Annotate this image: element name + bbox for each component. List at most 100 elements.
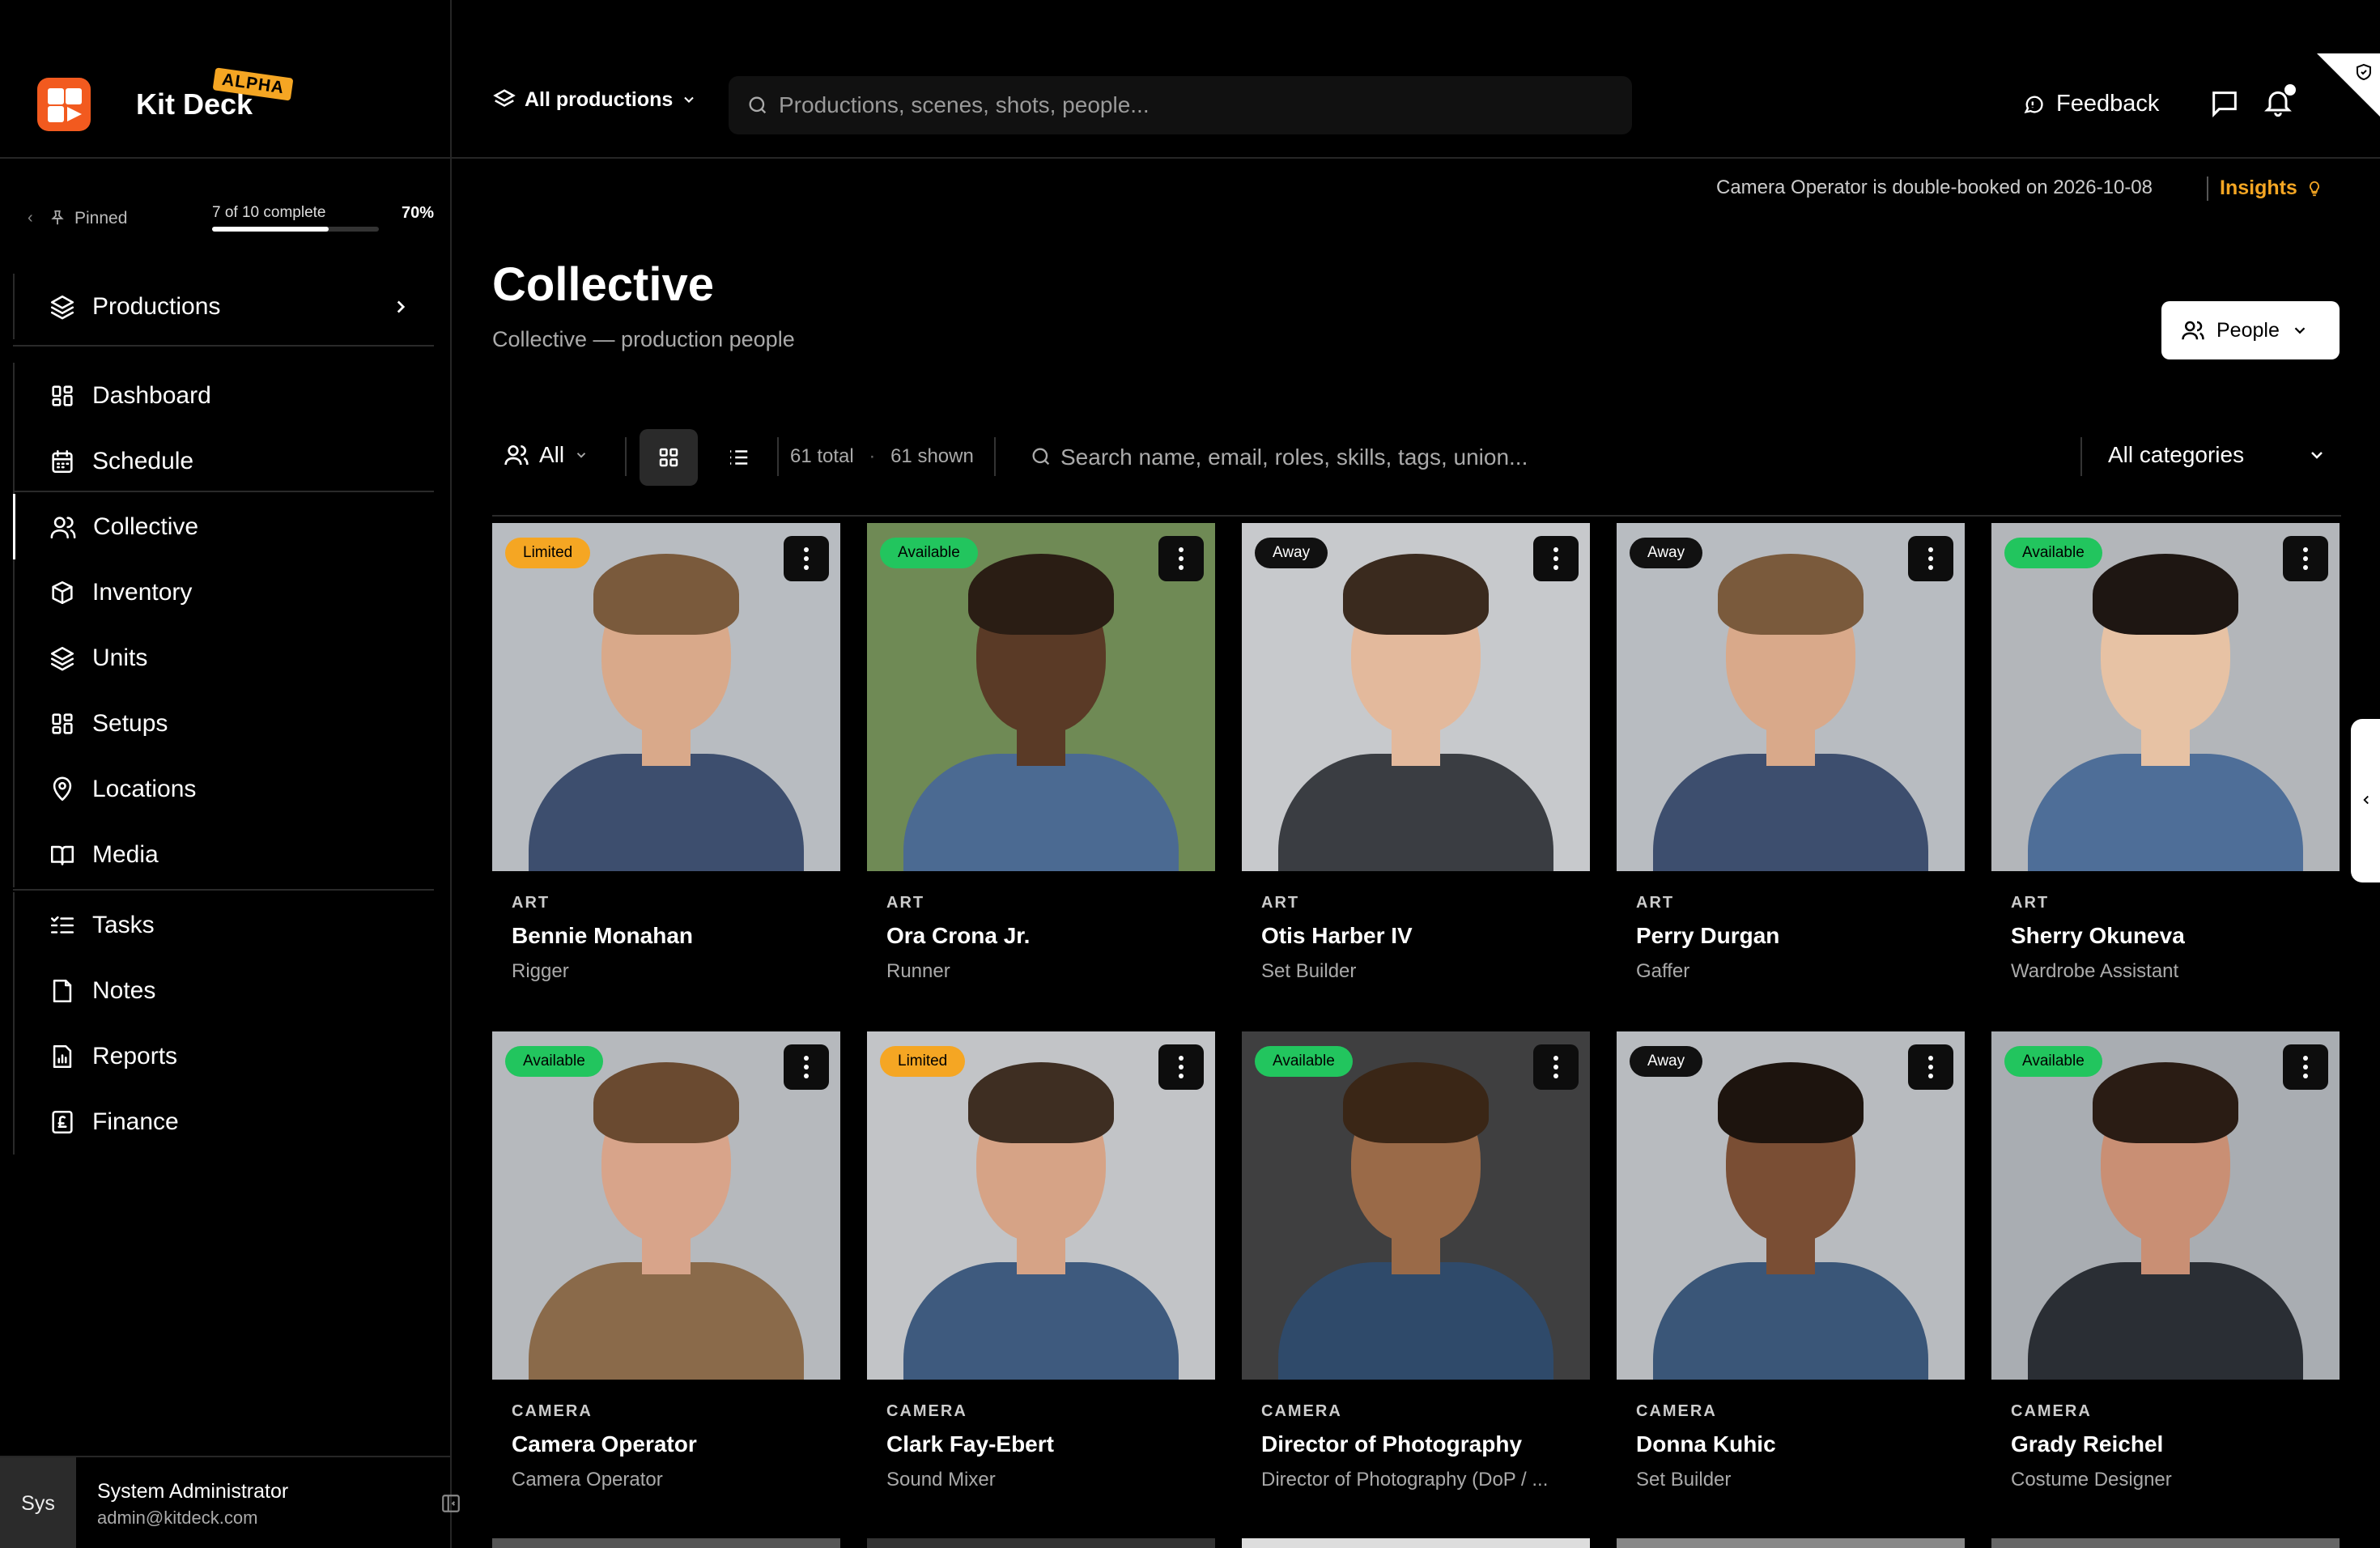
finance-icon — [49, 1108, 76, 1136]
collapse-sidebar-icon[interactable] — [440, 1493, 461, 1514]
more-options-button[interactable] — [784, 536, 829, 581]
person-department: CAMERA — [2011, 1402, 2092, 1420]
status-badge: Available — [2004, 538, 2102, 568]
person-name[interactable]: Ora Crona Jr. — [886, 923, 1030, 949]
more-dot — [1553, 1065, 1558, 1070]
production-switcher[interactable]: All productions — [492, 87, 697, 112]
pinned-row: ‹ Pinned 7 of 10 complete 70% — [24, 199, 434, 240]
side-panel-toggle[interactable] — [2351, 719, 2380, 882]
sidebar-item-label: Tasks — [92, 911, 155, 938]
person-name[interactable]: Camera Operator — [512, 1431, 697, 1457]
sidebar-item-media[interactable]: Media — [15, 822, 434, 887]
status-badge: Available — [880, 538, 978, 568]
onboarding-progress-bar — [212, 227, 379, 232]
alert-divider — [2207, 176, 2208, 201]
more-dot — [1928, 556, 1933, 561]
person-role: Camera Operator — [512, 1469, 663, 1491]
sidebar-item-finance[interactable]: Finance — [15, 1089, 434, 1155]
avatar[interactable]: Sys — [0, 1457, 76, 1548]
sidebar-item-locations[interactable]: Locations — [15, 756, 434, 822]
list-check-icon — [49, 912, 76, 939]
more-dot — [1553, 556, 1558, 561]
more-options-button[interactable] — [1533, 536, 1579, 581]
more-options-button[interactable] — [784, 1044, 829, 1090]
more-dot — [1553, 1056, 1558, 1061]
person-card[interactable]: Away ART Otis Harber IV Set Builder — [1242, 523, 1590, 1017]
sidebar-item-notes[interactable]: Notes — [15, 958, 434, 1023]
person-card[interactable]: Away CAMERA Donna Kuhic Set Builder — [1617, 1031, 1965, 1525]
sidebar-item-productions[interactable]: Productions — [15, 274, 434, 339]
result-counts: 61 total · 61 shown — [790, 445, 974, 468]
insights-link[interactable]: Insights — [2220, 176, 2323, 200]
person-card[interactable]: Available CAMERA Director of Photography Di… — [1242, 1031, 1590, 1525]
person-name[interactable]: Clark Fay-Ebert — [886, 1431, 1054, 1457]
more-options-button[interactable] — [2283, 536, 2328, 581]
person-card[interactable]: Limited CAMERA Clark Fay-Ebert Sound Mixer — [867, 1031, 1215, 1525]
more-options-button[interactable] — [1533, 1044, 1579, 1090]
person-department: ART — [886, 894, 925, 912]
person-department: ART — [1261, 894, 1300, 912]
grid-view-toggle[interactable] — [640, 429, 698, 486]
more-dot — [804, 565, 809, 570]
feedback-button[interactable]: Feedback — [2022, 91, 2159, 117]
chevron-left-icon[interactable]: ‹ — [28, 209, 33, 228]
person-name[interactable]: Donna Kuhic — [1636, 1431, 1776, 1457]
status-badge: Available — [2004, 1046, 2102, 1077]
sidebar-item-setups[interactable]: Setups — [15, 691, 434, 756]
sidebar-item-tasks[interactable]: Tasks — [15, 892, 434, 958]
people-view-label: People — [2216, 318, 2280, 342]
sidebar-item-label: Dashboard — [92, 381, 211, 409]
more-options-button[interactable] — [1908, 536, 1953, 581]
sidebar-item-dashboard[interactable]: Dashboard — [15, 363, 434, 428]
person-card[interactable]: Available CAMERA Camera Operator Camera Ope… — [492, 1031, 840, 1525]
person-name[interactable]: Otis Harber IV — [1261, 923, 1413, 949]
app-logo[interactable] — [37, 78, 91, 131]
sidebar-item-label: Productions — [92, 292, 221, 320]
person-department: CAMERA — [512, 1402, 593, 1420]
person-card[interactable]: Available ART Sherry Okuneva Wardrobe Assis… — [1991, 523, 2340, 1017]
person-card[interactable]: Available CAMERA Grady Reichel Costume Desi… — [1991, 1031, 2340, 1525]
sidebar-item-reports[interactable]: Reports — [15, 1023, 434, 1089]
more-dot — [1179, 1065, 1184, 1070]
person-name[interactable]: Sherry Okuneva — [2011, 923, 2185, 949]
more-options-button[interactable] — [1908, 1044, 1953, 1090]
more-dot — [804, 1065, 809, 1070]
category-select[interactable]: All categories — [2108, 442, 2327, 468]
nav-divider — [13, 889, 434, 891]
messages-icon[interactable] — [2208, 87, 2241, 120]
person-department: ART — [2011, 894, 2050, 912]
person-name[interactable]: Director of Photography — [1261, 1431, 1522, 1457]
production-switcher-label: All productions — [525, 87, 674, 111]
person-name[interactable]: Grady Reichel — [2011, 1431, 2163, 1457]
user-profile[interactable]: Sys System Administrator admin@kitdeck.c… — [0, 1456, 460, 1548]
people-search-input[interactable] — [1060, 429, 1821, 486]
person-name[interactable]: Bennie Monahan — [512, 923, 693, 949]
global-search — [729, 76, 1632, 134]
pinned-label: Pinned — [74, 209, 128, 228]
pin-icon — [49, 776, 76, 803]
person-card[interactable]: Limited ART Bennie Monahan Rigger — [492, 523, 840, 1017]
users-icon — [2181, 318, 2205, 342]
person-card[interactable]: Available ART Ora Crona Jr. Runner — [867, 523, 1215, 1017]
toolbar-border — [492, 515, 2341, 517]
more-options-button[interactable] — [1158, 1044, 1204, 1090]
sidebar-item-label: Units — [92, 644, 148, 671]
onboarding-progress-text: 7 of 10 complete — [212, 204, 326, 221]
sidebar: Kit Deck ALPHA ‹ Pinned 7 of 10 complete… — [0, 0, 460, 1548]
list-view-toggle[interactable] — [709, 429, 767, 486]
more-options-button[interactable] — [1158, 536, 1204, 581]
person-name[interactable]: Perry Durgan — [1636, 923, 1779, 949]
double-booking-alert: Camera Operator is double-booked on 2026… — [1716, 176, 2153, 198]
sidebar-item-units[interactable]: Units — [15, 625, 434, 691]
people-filter[interactable]: All — [504, 442, 589, 468]
user-name: System Administrator — [97, 1480, 289, 1503]
sidebar-item-schedule[interactable]: Schedule — [15, 428, 434, 494]
sidebar-item-inventory[interactable]: Inventory — [15, 559, 434, 625]
total-count: 61 total — [790, 445, 854, 467]
people-view-dropdown[interactable]: People — [2161, 301, 2340, 359]
global-search-input[interactable] — [779, 76, 1621, 134]
more-options-button[interactable] — [2283, 1044, 2328, 1090]
sidebar-item-collective[interactable]: Collective — [13, 494, 434, 559]
person-card[interactable]: Away ART Perry Durgan Gaffer — [1617, 523, 1965, 1017]
person-department: CAMERA — [886, 1402, 967, 1420]
